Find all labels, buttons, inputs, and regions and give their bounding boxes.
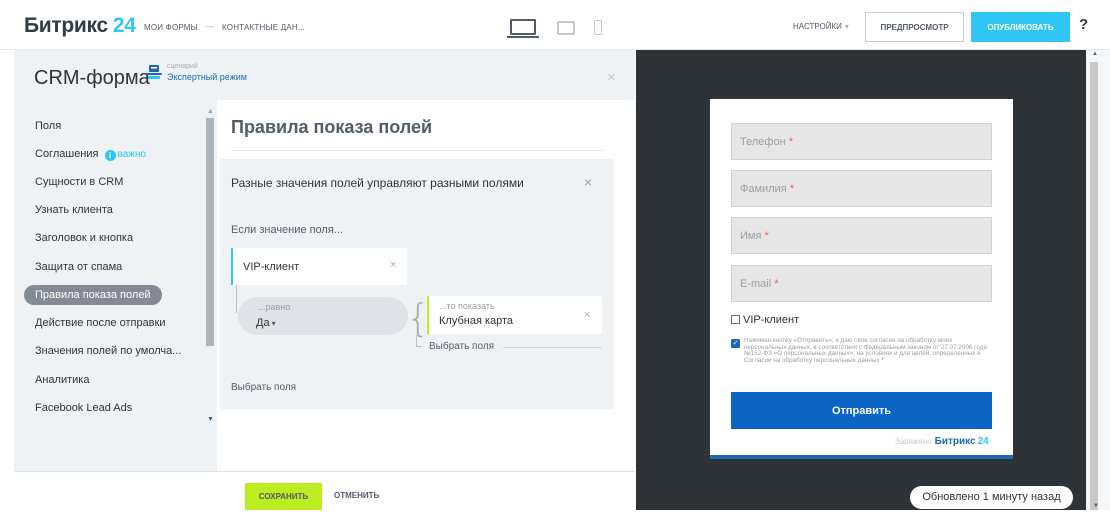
- save-button[interactable]: СОХРАНИТЬ: [245, 483, 322, 510]
- submit-button[interactable]: Отправить: [731, 392, 992, 429]
- chevron-down-icon: ▾: [844, 22, 849, 31]
- scenario-icon[interactable]: [146, 65, 162, 79]
- bottom-action-bar: СОХРАНИТЬ ОТМЕНИТЬ: [14, 471, 635, 521]
- desktop-view-icon[interactable]: [507, 19, 539, 38]
- breadcrumb-my-forms[interactable]: МОИ ФОРМЫ: [144, 23, 198, 32]
- show-field-name: Клубная карта: [439, 315, 514, 327]
- scroll-up-icon[interactable]: ▲: [1092, 51, 1098, 57]
- condition-field-card[interactable]: VIP-клиент ×: [231, 248, 407, 285]
- email-field[interactable]: E-mail *: [731, 265, 992, 302]
- nav-scrollbar[interactable]: [206, 118, 214, 346]
- rule-title: Разные значения полей управляют разными …: [231, 176, 524, 190]
- nav-item-title-and-button[interactable]: Заголовок и кнопка: [24, 228, 144, 248]
- panel-title: CRM-форма: [34, 67, 150, 89]
- last-name-field[interactable]: Фамилия *: [731, 170, 992, 207]
- tablet-view-icon[interactable]: [557, 21, 575, 35]
- mobile-view-icon[interactable]: [594, 20, 602, 35]
- first-name-field[interactable]: Имя *: [731, 217, 992, 254]
- phone-field[interactable]: Телефон *: [731, 123, 992, 160]
- scroll-down-icon[interactable]: ▼: [1093, 503, 1099, 509]
- nav-item-fields[interactable]: Поля: [24, 116, 72, 136]
- condition-field-name: VIP-клиент: [243, 261, 300, 273]
- settings-menu[interactable]: НАСТРОЙКИ ▾: [793, 22, 849, 31]
- important-badge: важно: [117, 149, 147, 160]
- publish-button[interactable]: ОПУБЛИКОВАТЬ: [971, 12, 1070, 42]
- form-preview-area: Телефон * Фамилия * Имя * E-mail * VIP-к…: [636, 50, 1086, 510]
- choose-fields-link[interactable]: Выбрать поля: [429, 341, 494, 352]
- caret-down-icon: ▾: [271, 319, 276, 328]
- nav-item-analytics[interactable]: Аналитика: [24, 370, 100, 390]
- preview-button[interactable]: ПРЕДПРОСМОТР: [865, 12, 964, 42]
- rule-block: Разные значения полей управляют разными …: [220, 159, 614, 409]
- vip-client-checkbox[interactable]: [731, 315, 740, 324]
- consent-checkbox[interactable]: ✓: [731, 339, 740, 348]
- remove-rule-icon[interactable]: ×: [584, 174, 592, 190]
- scenario-caption: сценарий: [167, 63, 198, 70]
- field-rules-content: Правила показа полей Разные значения пол…: [217, 100, 635, 471]
- consent-text[interactable]: Нажимая кнопку «Отправить», я даю свое с…: [744, 337, 993, 364]
- divider: [503, 347, 602, 348]
- show-caption: ...то показать: [439, 301, 495, 311]
- nav-item-crm-entities[interactable]: Сущности в CRM: [24, 172, 134, 192]
- crm-form-preview: Телефон * Фамилия * Имя * E-mail * VIP-к…: [710, 99, 1013, 459]
- close-icon[interactable]: ×: [607, 69, 616, 86]
- section-title: Правила показа полей: [231, 117, 433, 137]
- nav-item-field-rules[interactable]: Правила показа полей: [24, 285, 162, 305]
- connector-line: [236, 285, 237, 313]
- choose-condition-fields-link[interactable]: Выбрать поля: [231, 382, 296, 393]
- breadcrumb-separator: —: [205, 21, 214, 31]
- vip-client-checkbox-row[interactable]: VIP-клиент: [731, 314, 799, 326]
- powered-by[interactable]: Заряжено Битрикс 24: [895, 436, 989, 447]
- breadcrumb-current-form[interactable]: КОНТАКТНЫЕ ДАН...: [222, 23, 305, 32]
- vip-client-label: VIP-клиент: [743, 314, 800, 326]
- preview-scrollbar-thumb[interactable]: [1090, 62, 1098, 510]
- bitrix24-logo[interactable]: Битрикс 24: [24, 14, 136, 38]
- remove-show-field-icon[interactable]: ×: [584, 309, 590, 321]
- equals-caption: ...равно: [258, 302, 291, 312]
- help-icon[interactable]: ?: [1079, 16, 1088, 33]
- equals-value-selector[interactable]: ...равно Да ▾: [238, 297, 408, 335]
- updated-status-badge: Обновлено 1 минуту назад: [910, 486, 1073, 509]
- remove-condition-icon[interactable]: ×: [390, 259, 396, 271]
- cancel-button[interactable]: ОТМЕНИТЬ: [334, 491, 379, 500]
- nav-item-after-submit[interactable]: Действие после отправки: [24, 313, 177, 333]
- top-bar: Битрикс 24 МОИ ФОРМЫ — КОНТАКТНЫЕ ДАН... …: [0, 0, 1110, 50]
- equals-value: Да ▾: [256, 317, 276, 329]
- nav-item-identify-client[interactable]: Узнать клиента: [24, 200, 124, 220]
- scenario-mode-link[interactable]: Экспертный режим: [167, 72, 247, 82]
- if-value-label: Если значение поля...: [231, 224, 343, 236]
- show-field-card[interactable]: ...то показать Клубная карта ×: [427, 296, 602, 334]
- scroll-up-icon[interactable]: ▲: [207, 108, 214, 115]
- connector-line: [416, 346, 422, 347]
- scroll-down-icon[interactable]: ▼: [207, 416, 214, 423]
- nav-item-spam-protection[interactable]: Защита от спама: [24, 257, 133, 277]
- nav-item-facebook-lead-ads[interactable]: Facebook Lead Ads: [24, 398, 143, 418]
- nav-item-agreements[interactable]: Соглашения i важно: [24, 144, 157, 164]
- nav-item-default-values[interactable]: Значения полей по умолча...: [24, 341, 192, 361]
- form-settings-panel: CRM-форма сценарий Экспертный режим × По…: [14, 50, 635, 471]
- consent-row: ✓ Нажимая кнопку «Отправить», я даю свое…: [731, 337, 993, 364]
- divider: [231, 150, 605, 151]
- info-icon: i: [104, 150, 116, 161]
